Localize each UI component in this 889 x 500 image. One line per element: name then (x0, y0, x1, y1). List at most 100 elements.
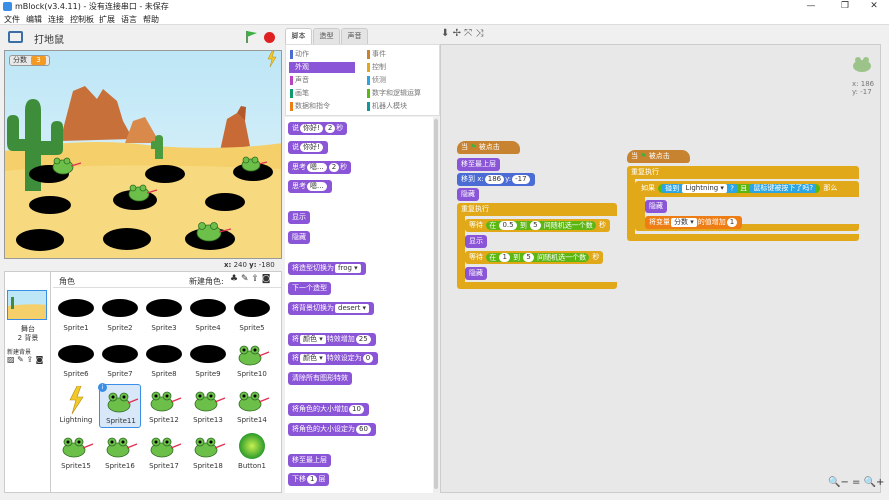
menu-edit[interactable]: 编辑 (26, 14, 42, 25)
stage-column: 舞台 2 背景 新建背景 ▨ ✎ ⇪ ◙ (5, 272, 51, 492)
sprite-item[interactable]: Sprite9 (187, 338, 229, 382)
category-color-bar (367, 63, 370, 72)
switch-backdrop-block[interactable]: 将背景切换为 desert ▾ (288, 302, 375, 315)
green-flag-icon[interactable] (245, 30, 259, 44)
clear-effects-block[interactable]: 清除所有图形特效 (288, 372, 352, 385)
palette-scrollbar[interactable] (433, 117, 439, 493)
zoom-reset-icon[interactable]: = (852, 477, 860, 488)
sprite-library-icon[interactable]: ♣ (230, 274, 238, 284)
category-8[interactable]: 数据和指令 (289, 101, 355, 112)
menu-file[interactable]: 文件 (4, 14, 20, 25)
zoom-out-icon[interactable]: 🔍− (828, 477, 849, 488)
script-area[interactable]: 当 ⚑ 被点击 移至最上层 移到 x: 186 y: -17 隐藏 重复执行 等待 在… (440, 44, 881, 493)
menu-language[interactable]: 语言 (121, 14, 137, 25)
palette-scroll-thumb[interactable] (434, 119, 438, 489)
sprite-item[interactable]: Sprite11 i (98, 383, 141, 428)
camera-icon[interactable]: ◙ (36, 355, 44, 364)
go-back-block[interactable]: 下移 1 层 (288, 473, 330, 486)
grow-icon[interactable]: ⤧ (464, 28, 472, 39)
category-4[interactable]: 声音 (289, 75, 355, 86)
editor-tabs: 脚本 造型 声音 (285, 28, 435, 44)
sprite-item[interactable]: Sprite1 (55, 292, 97, 336)
stage-thumbnail[interactable] (7, 290, 47, 320)
wait-random-block-1[interactable]: 等待 在 0.5 到 5 间随机选一个数 秒 (465, 219, 611, 232)
hide-script-block-2[interactable]: 隐藏 (465, 267, 487, 280)
paint-backdrop-icon[interactable]: ▨ (7, 355, 15, 364)
menu-extensions[interactable]: 扩展 (99, 14, 115, 25)
sprite-item[interactable]: Sprite6 (55, 338, 97, 382)
hide-script-block[interactable]: 隐藏 (457, 188, 479, 201)
hide-script-block-3[interactable]: 隐藏 (645, 200, 667, 213)
stage-canvas[interactable]: 分数 3 (4, 50, 282, 259)
wait-random-block-2[interactable]: 等待 在 1 到 5 间随机选一个数 秒 (465, 251, 604, 264)
hide-block[interactable]: 隐藏 (288, 231, 310, 244)
sprite-item[interactable]: Sprite7 (99, 338, 141, 382)
change-size-block[interactable]: 将角色的大小增加 10 (288, 403, 369, 416)
category-2[interactable]: 外观 (289, 62, 355, 73)
show-script-block[interactable]: 显示 (465, 235, 487, 248)
category-label: 事件 (372, 50, 386, 58)
say-block[interactable]: 说你好! (288, 141, 328, 154)
zoom-in-icon[interactable]: 🔍+ (864, 477, 885, 488)
category-7[interactable]: 数字和逻辑运算 (366, 88, 440, 99)
minimize-button[interactable]: — (796, 0, 826, 13)
duplicate-icon[interactable]: ⬇ (441, 28, 449, 39)
sprite-item[interactable]: Sprite17 (143, 430, 185, 474)
sprite-item[interactable]: Sprite4 (187, 292, 229, 336)
change-variable-block[interactable]: 将变量 分数 ▾ 的值增加 1 (645, 216, 743, 229)
sprite-item[interactable]: Sprite15 (55, 430, 97, 474)
sprite-item[interactable]: Sprite18 (187, 430, 229, 474)
set-effect-block[interactable]: 将颜色 ▾ 特效设定为 0 (288, 352, 379, 365)
menu-board[interactable]: 控制板 (70, 14, 94, 25)
show-block[interactable]: 显示 (288, 211, 310, 224)
category-1[interactable]: 事件 (366, 49, 440, 60)
goto-xy-block[interactable]: 移到 x: 186 y: -17 (457, 173, 535, 186)
upload-icon[interactable]: ⇪ (26, 355, 33, 364)
sprite-item[interactable]: Sprite12 (143, 384, 185, 428)
set-size-block[interactable]: 将角色的大小设定为 60 (288, 423, 376, 436)
maximize-button[interactable]: ❐ (830, 0, 860, 13)
say-timed-block[interactable]: 说你好! 2 秒 (288, 122, 348, 135)
sprite-item[interactable]: Sprite8 (143, 338, 185, 382)
sprite-item[interactable]: Sprite2 (99, 292, 141, 336)
when-flag-clicked-block-2[interactable]: 当 ⚑ 被点击 (627, 150, 690, 163)
upload-sprite-icon[interactable]: ⇪ (251, 274, 259, 284)
switch-costume-block[interactable]: 将造型切换为 frog ▾ (288, 262, 366, 275)
camera-sprite-icon[interactable]: ◙ (262, 274, 271, 284)
sprite-item[interactable]: Sprite16 (99, 430, 141, 474)
think-block[interactable]: 思考 嗯... (288, 180, 332, 193)
sprite-item[interactable]: Sprite3 (143, 292, 185, 336)
sprite-item[interactable]: Button1 (231, 430, 273, 474)
next-costume-block[interactable]: 下一个造型 (288, 282, 331, 295)
tab-costumes[interactable]: 造型 (313, 28, 340, 44)
go-front-script-block[interactable]: 移至最上层 (457, 158, 500, 171)
go-front-block[interactable]: 移至最上层 (288, 454, 331, 467)
paint-sprite-icon[interactable]: ✎ (241, 274, 249, 284)
sprite-item[interactable]: Sprite10 (231, 338, 273, 382)
tab-sounds[interactable]: 声音 (341, 28, 368, 44)
category-color-bar (290, 102, 293, 111)
sprite-item[interactable]: Sprite5 (231, 292, 273, 336)
sprite-item[interactable]: Sprite13 (187, 384, 229, 428)
cut-icon[interactable]: ✢ (453, 28, 461, 39)
category-3[interactable]: 控制 (366, 62, 440, 73)
category-6[interactable]: 画笔 (289, 88, 355, 99)
think-timed-block[interactable]: 思考 嗯... 2 秒 (288, 161, 352, 174)
brush-icon[interactable]: ✎ (17, 355, 24, 364)
category-9[interactable]: 机器人模块 (366, 101, 440, 112)
sprite-preview-icon (853, 57, 871, 72)
close-button[interactable]: ✕ (859, 0, 889, 13)
category-0[interactable]: 动作 (289, 49, 355, 60)
when-flag-clicked-block[interactable]: 当 ⚑ 被点击 (457, 141, 520, 154)
tab-scripts[interactable]: 脚本 (285, 28, 312, 44)
sprite-item[interactable]: Sprite14 (231, 384, 273, 428)
sprite-item[interactable]: Lightning (55, 384, 97, 428)
category-5[interactable]: 侦测 (366, 75, 440, 86)
sprite-info-icon[interactable]: i (98, 383, 107, 392)
fullscreen-icon[interactable] (8, 31, 23, 43)
menu-connect[interactable]: 连接 (48, 14, 64, 25)
shrink-icon[interactable]: ⤨ (475, 28, 483, 39)
stop-icon[interactable] (264, 32, 275, 43)
change-effect-block[interactable]: 将颜色 ▾ 特效增加 25 (288, 333, 376, 346)
menu-help[interactable]: 帮助 (143, 14, 159, 25)
